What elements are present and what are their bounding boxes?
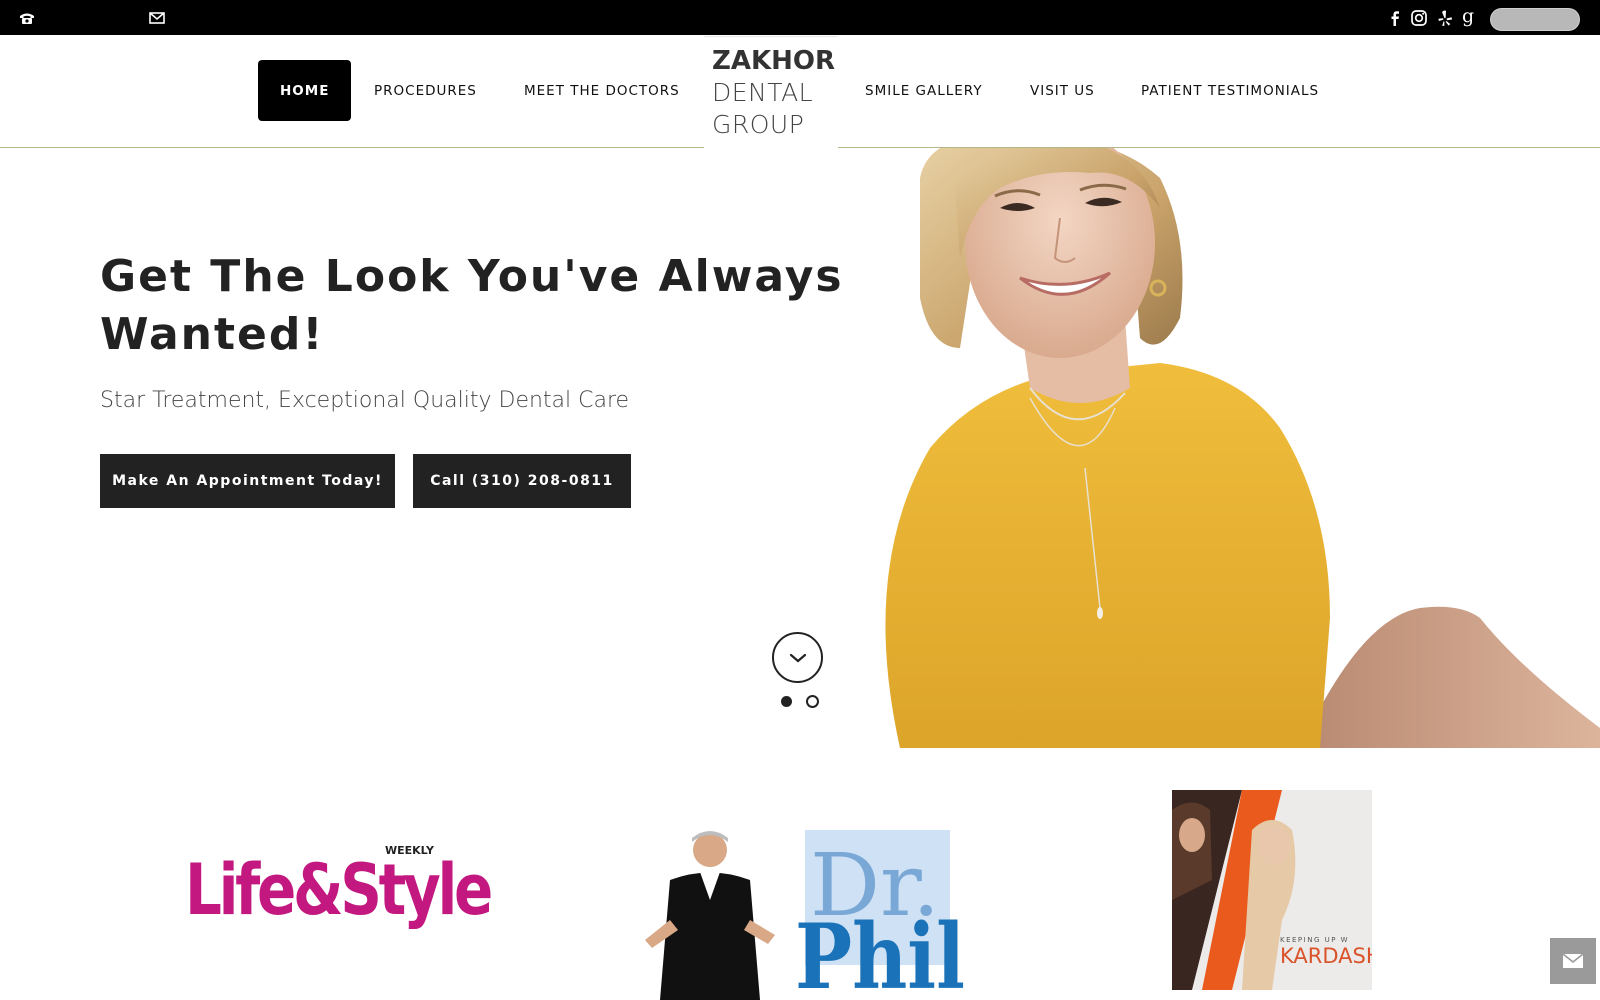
nav-smile-gallery[interactable]: SMILE GALLERY — [865, 60, 983, 121]
slide-dot-2[interactable] — [806, 695, 819, 708]
nav-patient-testimonials[interactable]: PATIENT TESTIMONIALS — [1141, 60, 1319, 121]
kardashians-name: KARDASH — [1280, 944, 1372, 968]
nav-visit-us[interactable]: VISIT US — [1030, 60, 1095, 121]
call-button[interactable]: Call (310) 208-0811 — [413, 454, 631, 508]
logo-line-1: ZAKHOR — [712, 46, 836, 76]
lifestyle-tag: WEEKLY — [385, 844, 435, 857]
yelp-icon[interactable] — [1436, 9, 1454, 27]
google-icon[interactable]: g — [1462, 6, 1480, 26]
dr-phil-logo: Dr. Phil — [645, 830, 965, 1000]
instagram-icon[interactable] — [1410, 9, 1428, 27]
nav-home[interactable]: HOME — [258, 60, 352, 121]
keeping-up-with-the-kardashians-logo: KEEPING UP W KARDASH — [1172, 790, 1372, 990]
chevron-down-icon — [789, 653, 806, 662]
scroll-down-button[interactable] — [772, 632, 823, 683]
hero-title: Get The Look You've Always Wanted! — [100, 251, 844, 360]
contact-form-button[interactable] — [1550, 938, 1596, 984]
hero-slider: Get The Look You've Always Wanted! Star … — [0, 148, 1600, 748]
kardashians-tag: KEEPING UP W — [1280, 936, 1349, 944]
logo-line-3: GROUP — [712, 110, 805, 139]
drphil-phil-text: Phil — [795, 904, 965, 1000]
site-logo[interactable]: ZAKHOR DENTAL GROUP — [704, 36, 838, 153]
as-seen-on-section: Life&Style WEEKLY Dr. Phil KEEPING UP W … — [0, 780, 1600, 1000]
slide-dot-1[interactable] — [781, 696, 792, 707]
lifestyle-text: Life&Style — [185, 849, 491, 930]
make-appointment-button[interactable]: Make An Appointment Today! — [100, 454, 395, 508]
search-input[interactable] — [1490, 8, 1580, 31]
facebook-icon[interactable] — [1386, 9, 1404, 27]
mail-icon[interactable] — [148, 9, 166, 27]
phone-icon[interactable] — [18, 9, 36, 27]
hero-subtitle: Star Treatment, Exceptional Quality Dent… — [100, 388, 630, 413]
hero-model-photo — [885, 148, 1600, 748]
nav-procedures[interactable]: PROCEDURES — [374, 60, 477, 121]
envelope-icon — [1562, 953, 1584, 968]
logo-line-2: DENTAL — [712, 78, 814, 107]
life-and-style-logo: Life&Style WEEKLY — [185, 844, 495, 930]
nav-meet-the-doctors[interactable]: MEET THE DOCTORS — [524, 60, 680, 121]
top-bar: g — [0, 0, 1600, 35]
